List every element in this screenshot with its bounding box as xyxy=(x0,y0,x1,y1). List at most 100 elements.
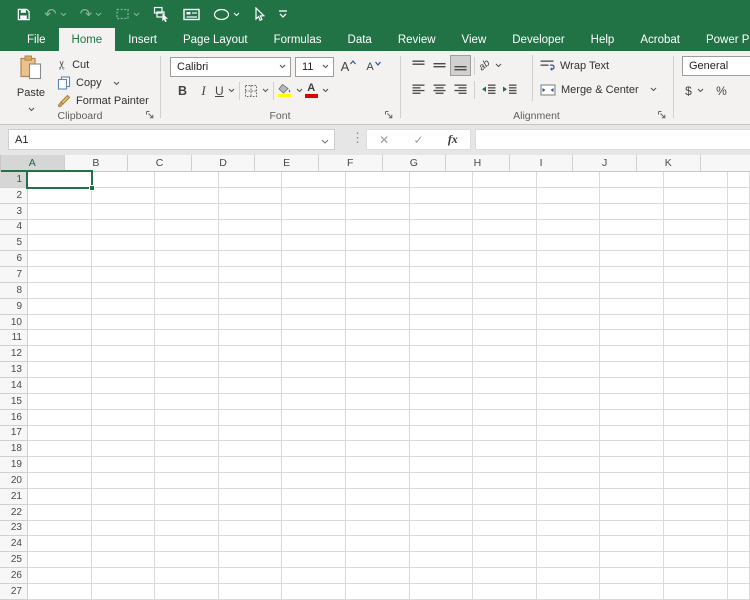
cell-I16[interactable] xyxy=(536,409,601,426)
cell-E26[interactable] xyxy=(282,568,346,584)
decrease-font-size-button[interactable]: A xyxy=(363,56,384,77)
cell-G16[interactable] xyxy=(409,409,474,426)
cell-B20[interactable] xyxy=(91,473,156,489)
cell-G9[interactable] xyxy=(409,298,474,315)
italic-button[interactable]: I xyxy=(193,80,214,101)
cell-E7[interactable] xyxy=(282,267,346,283)
tab-review[interactable]: Review xyxy=(385,28,449,51)
cell-C24[interactable] xyxy=(155,536,219,553)
cell-F9[interactable] xyxy=(345,298,410,315)
cell-B21[interactable] xyxy=(91,488,156,505)
cell-K9[interactable] xyxy=(663,298,728,315)
cell-partial-5[interactable] xyxy=(727,235,750,252)
cell-G2[interactable] xyxy=(409,187,474,204)
row-header-12[interactable]: 12 xyxy=(0,346,28,363)
cell-A6[interactable] xyxy=(28,251,92,268)
cell-C23[interactable] xyxy=(155,520,219,537)
cell-F8[interactable] xyxy=(345,282,410,299)
cell-B10[interactable] xyxy=(91,314,156,331)
cell-E16[interactable] xyxy=(282,409,346,426)
cell-E8[interactable] xyxy=(282,282,346,299)
cell-E15[interactable] xyxy=(282,393,346,410)
row-header-7[interactable]: 7 xyxy=(0,267,28,283)
cell-I4[interactable] xyxy=(536,219,601,236)
cell-B7[interactable] xyxy=(91,267,156,283)
cell-B13[interactable] xyxy=(91,362,156,378)
cell-J17[interactable] xyxy=(600,425,664,442)
cell-C4[interactable] xyxy=(155,219,219,236)
cell-D13[interactable] xyxy=(218,362,283,378)
cell-G21[interactable] xyxy=(409,488,474,505)
tab-help[interactable]: Help xyxy=(578,28,628,51)
tab-developer[interactable]: Developer xyxy=(499,28,577,51)
cell-I17[interactable] xyxy=(536,425,601,442)
row-header-14[interactable]: 14 xyxy=(0,377,28,394)
row-header-23[interactable]: 23 xyxy=(0,520,28,537)
cell-I22[interactable] xyxy=(536,504,601,521)
cell-partial-25[interactable] xyxy=(727,552,750,569)
cell-B26[interactable] xyxy=(91,568,156,584)
font-dialog-launcher[interactable] xyxy=(382,108,394,120)
font-size-combobox[interactable]: 11 xyxy=(295,56,334,77)
column-header-C[interactable]: C xyxy=(128,155,192,172)
cell-B6[interactable] xyxy=(91,251,156,268)
cell-J10[interactable] xyxy=(600,314,664,331)
cell-J25[interactable] xyxy=(600,552,664,569)
cell-J7[interactable] xyxy=(600,267,664,283)
cell-J18[interactable] xyxy=(600,441,664,458)
cell-K10[interactable] xyxy=(663,314,728,331)
save-button[interactable] xyxy=(16,0,31,28)
cell-G23[interactable] xyxy=(409,520,474,537)
cell-D11[interactable] xyxy=(218,330,283,347)
cell-J12[interactable] xyxy=(600,346,664,363)
cell-H21[interactable] xyxy=(473,488,537,505)
cell-I8[interactable] xyxy=(536,282,601,299)
orientation-button[interactable]: ab xyxy=(477,55,503,76)
cell-A17[interactable] xyxy=(28,425,92,442)
top-align-button[interactable] xyxy=(408,55,429,76)
cell-E1[interactable] xyxy=(282,172,346,188)
cell-F17[interactable] xyxy=(345,425,410,442)
column-header-I[interactable]: I xyxy=(509,155,574,172)
cell-E3[interactable] xyxy=(282,203,346,220)
cell-J3[interactable] xyxy=(600,203,664,220)
row-header-9[interactable]: 9 xyxy=(0,298,28,315)
cell-D4[interactable] xyxy=(218,219,283,236)
number-format-combobox[interactable]: General xyxy=(682,56,750,76)
cell-A15[interactable] xyxy=(28,393,92,410)
name-box[interactable]: A1 xyxy=(8,129,335,150)
cell-partial-2[interactable] xyxy=(727,187,750,204)
cell-F23[interactable] xyxy=(345,520,410,537)
underline-button[interactable]: U xyxy=(214,80,236,101)
formula-bar-resizer[interactable]: ⋮ xyxy=(351,130,364,146)
cell-K17[interactable] xyxy=(663,425,728,442)
cell-A1[interactable] xyxy=(28,172,92,188)
cell-H13[interactable] xyxy=(473,362,537,378)
cell-E5[interactable] xyxy=(282,235,346,252)
cell-J22[interactable] xyxy=(600,504,664,521)
cell-A16[interactable] xyxy=(28,409,92,426)
cell-partial-16[interactable] xyxy=(727,409,750,426)
cell-D3[interactable] xyxy=(218,203,283,220)
cell-A7[interactable] xyxy=(28,267,92,283)
cell-F12[interactable] xyxy=(345,346,410,363)
cell-D8[interactable] xyxy=(218,282,283,299)
row-header-11[interactable]: 11 xyxy=(0,330,28,347)
wrap-text-button[interactable]: Wrap Text xyxy=(540,55,657,76)
cell-J6[interactable] xyxy=(600,251,664,268)
cell-B15[interactable] xyxy=(91,393,156,410)
cell-B23[interactable] xyxy=(91,520,156,537)
cell-A5[interactable] xyxy=(28,235,92,252)
cell-partial-18[interactable] xyxy=(727,441,750,458)
cell-G13[interactable] xyxy=(409,362,474,378)
cell-E17[interactable] xyxy=(282,425,346,442)
cell-H10[interactable] xyxy=(473,314,537,331)
column-header-B[interactable]: B xyxy=(64,155,129,172)
cell-E4[interactable] xyxy=(282,219,346,236)
cell-A18[interactable] xyxy=(28,441,92,458)
increase-indent-button[interactable] xyxy=(499,79,520,100)
cell-K23[interactable] xyxy=(663,520,728,537)
cell-H19[interactable] xyxy=(473,457,537,474)
cell-D25[interactable] xyxy=(218,552,283,569)
cut-button[interactable]: ✂ Cut xyxy=(55,56,149,74)
